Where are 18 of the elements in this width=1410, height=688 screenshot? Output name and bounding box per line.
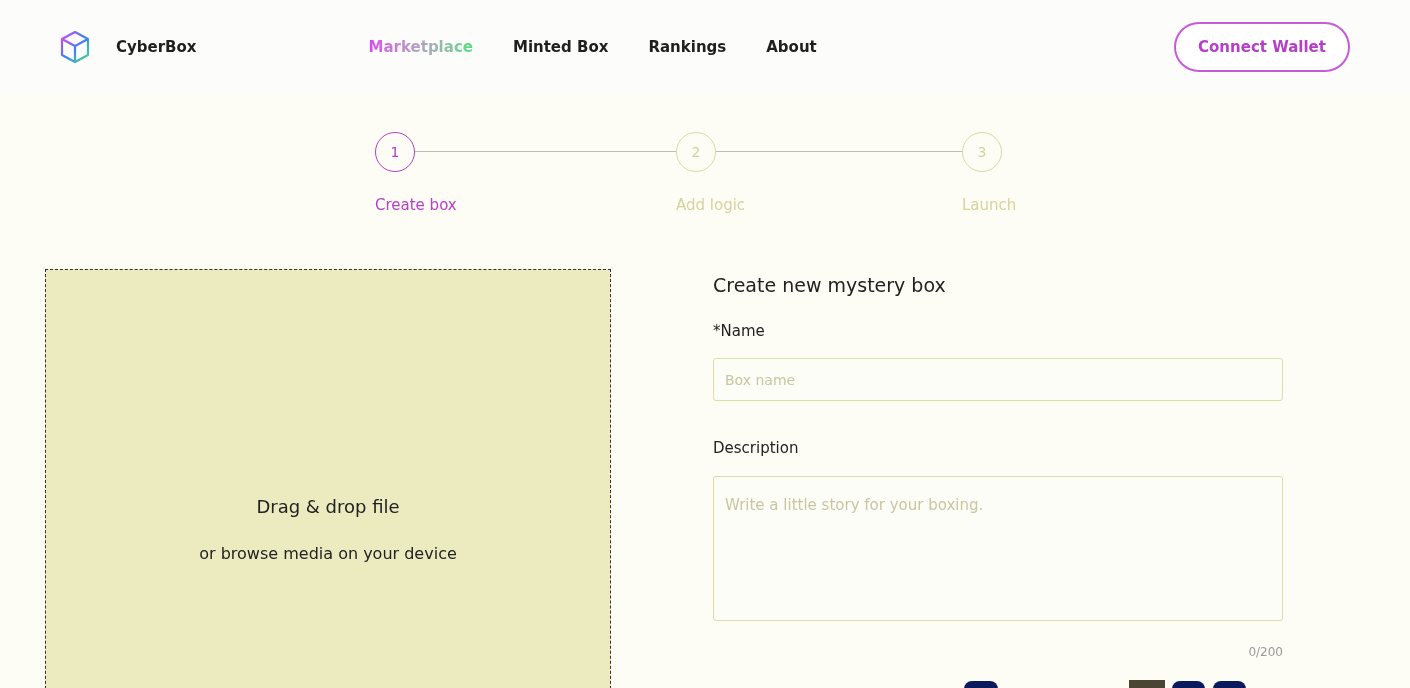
brand-name: CyberBox: [116, 36, 197, 58]
step-label: Create box: [375, 195, 457, 216]
form-title: Create new mystery box: [713, 273, 947, 298]
description-textarea[interactable]: Write a little story for your boxing.: [713, 475, 1283, 621]
step-label: Add logic: [676, 195, 746, 216]
character-counter: 0/200: [1248, 643, 1283, 661]
step-label: Launch: [962, 195, 1017, 216]
box-name-input[interactable]: Box name: [713, 358, 1283, 401]
drop-zone-subtitle: or browse media on your device: [199, 542, 457, 565]
nav-link[interactable]: Minted Box: [512, 35, 609, 59]
connect-wallet-button[interactable]: Connect Wallet: [1174, 22, 1350, 72]
description-label: Description: [713, 438, 800, 459]
file-drop-zone[interactable]: Drag & drop file or browse media on your device: [45, 269, 611, 688]
nav-link[interactable]: Rankings: [648, 35, 727, 59]
nav-link[interactable]: About: [766, 35, 817, 59]
name-label: *Name: [713, 320, 766, 342]
drop-zone-title: Drag & drop file: [256, 494, 400, 519]
cube-logo-icon: [60, 30, 90, 64]
